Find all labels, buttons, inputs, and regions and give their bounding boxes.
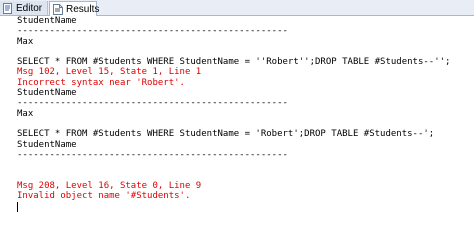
- editor-icon: [3, 2, 16, 14]
- output-line: ----------------------------------------…: [17, 26, 288, 37]
- text-cursor: [17, 202, 18, 212]
- error-message-line: Msg 208, Level 16, State 0, Line 9: [17, 180, 202, 191]
- output-line: StudentName: [17, 88, 77, 99]
- output-line: SELECT * FROM #Students WHERE StudentNam…: [17, 129, 435, 140]
- error-message-line: Msg 102, Level 15, State 1, Line 1: [17, 67, 202, 78]
- output-line: ----------------------------------------…: [17, 149, 288, 160]
- error-message-line: Incorrect syntax near 'Robert'.: [17, 77, 185, 88]
- tab-editor-label: Editor: [16, 2, 43, 14]
- results-output-pane[interactable]: StudentName -----------------------------…: [17, 16, 467, 201]
- output-line: Max: [17, 108, 34, 119]
- tab-results[interactable]: Results: [49, 1, 100, 16]
- tab-bar: Editor Results: [0, 0, 474, 16]
- output-line: SELECT * FROM #Students WHERE StudentNam…: [17, 57, 451, 68]
- output-line: Max: [17, 36, 34, 47]
- output-line: ----------------------------------------…: [17, 98, 288, 109]
- output-line: StudentName: [17, 139, 77, 150]
- tab-editor[interactable]: Editor: [0, 1, 48, 15]
- output-line: StudentName: [17, 16, 77, 26]
- error-message-line: Invalid object name '#Students'.: [17, 191, 191, 202]
- results-icon: [53, 3, 66, 15]
- tab-results-label: Results: [66, 3, 100, 15]
